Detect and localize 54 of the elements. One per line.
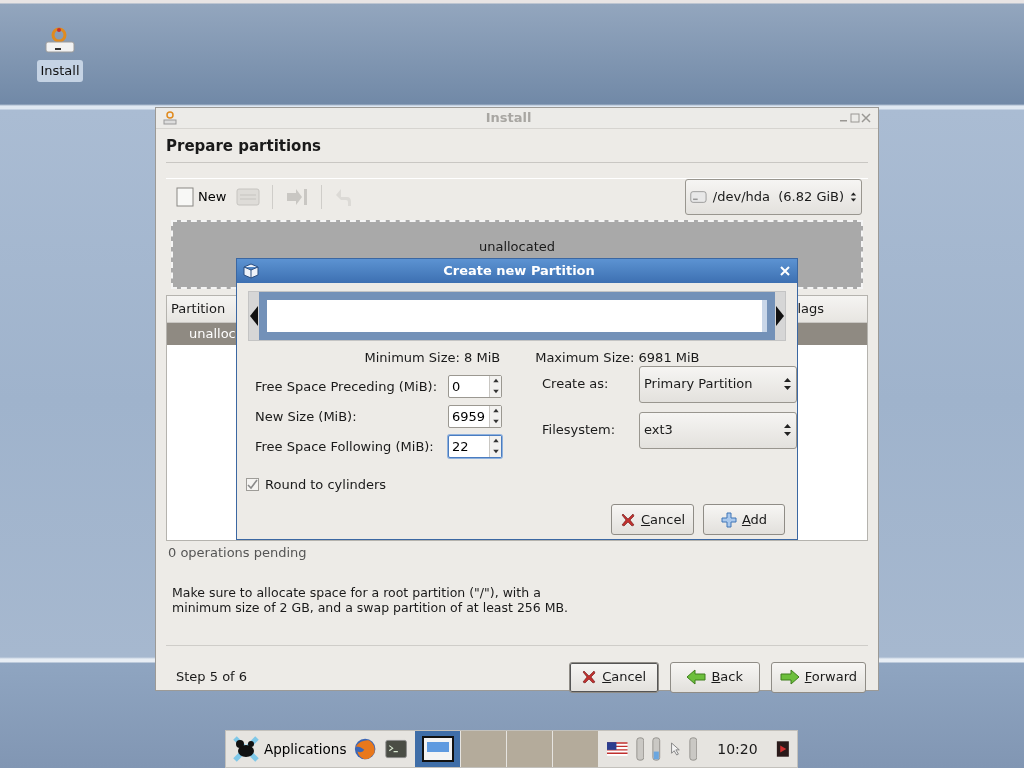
forward-button[interactable]: Forward — [770, 661, 866, 693]
app-icon — [162, 109, 178, 126]
flag-icon[interactable] — [607, 739, 628, 759]
dropdown-select[interactable]: Primary Partition — [639, 365, 797, 403]
cube-icon — [243, 263, 259, 279]
spin-buttons[interactable] — [489, 376, 501, 397]
column-header[interactable]: lags — [797, 299, 824, 319]
dropdown-select[interactable]: ext3 — [639, 411, 797, 449]
mouse-icon — [232, 735, 260, 763]
field-label: Create as: — [542, 375, 610, 394]
terminal-icon[interactable] — [384, 737, 407, 761]
window-thumbnail-icon — [421, 736, 454, 762]
checkbox[interactable] — [246, 477, 259, 491]
field-label: New Size (MiB): — [255, 407, 358, 426]
cross-icon — [619, 511, 636, 528]
right-arrow-icon — [779, 669, 800, 685]
step-label: Step 5 of 6 — [176, 668, 249, 687]
mouse-pointer-icon[interactable] — [668, 740, 681, 758]
status-text: 0 operations pending — [167, 544, 308, 562]
disk-select[interactable]: /dev/hda (6.82 GiB) — [685, 178, 862, 215]
desktop-icon-label[interactable]: Install — [37, 60, 83, 82]
dropdown-arrows-icon — [850, 189, 857, 204]
column-header[interactable]: Partition — [171, 299, 226, 319]
window-title: Install — [484, 109, 533, 127]
blank-page-icon — [176, 186, 194, 207]
spin-buttons[interactable] — [489, 436, 501, 457]
globe-icon[interactable] — [354, 736, 377, 762]
partition-size-slider[interactable] — [248, 291, 786, 341]
new-button[interactable]: New — [172, 186, 231, 207]
field-label: Free Space Preceding (MiB): — [255, 377, 439, 396]
back-button[interactable]: Back — [669, 661, 760, 693]
add-button[interactable]: Add — [703, 504, 785, 535]
plus-icon — [720, 511, 737, 528]
applications-menu[interactable]: Applications — [232, 735, 347, 763]
clock[interactable]: 10:20 — [717, 738, 758, 760]
workspace[interactable] — [415, 731, 461, 767]
minimum-size-label: Minimum Size: 8 MiB — [364, 349, 501, 367]
page-heading: Prepare partitions — [166, 128, 868, 163]
logout-icon[interactable] — [775, 739, 791, 759]
close-icon[interactable] — [861, 112, 872, 123]
cross-icon — [581, 669, 598, 685]
dropdown-arrows-icon — [783, 423, 792, 437]
dialog-title: Create new Partition — [442, 262, 596, 281]
maximum-size-label: Maximum Size: 6981 MiB — [535, 349, 700, 367]
dropdown-arrows-icon — [783, 377, 792, 391]
cancel-button[interactable]: Cancel — [568, 661, 659, 693]
left-arrow-icon — [686, 669, 707, 685]
field-label: Free Space Following (MiB): — [255, 437, 435, 456]
field-label: Filesystem: — [542, 421, 617, 440]
partition-label: unallocated — [478, 239, 556, 254]
checkbox-label: Round to cylinders — [265, 475, 387, 494]
cancel-button[interactable]: Cancel — [610, 504, 694, 535]
hint-text: Make sure to allocate space for a root partition ("/"), with a minimum size of 2 GB, and a swap partition of at least 256 MB. — [171, 583, 570, 615]
spin-buttons[interactable] — [489, 406, 501, 427]
